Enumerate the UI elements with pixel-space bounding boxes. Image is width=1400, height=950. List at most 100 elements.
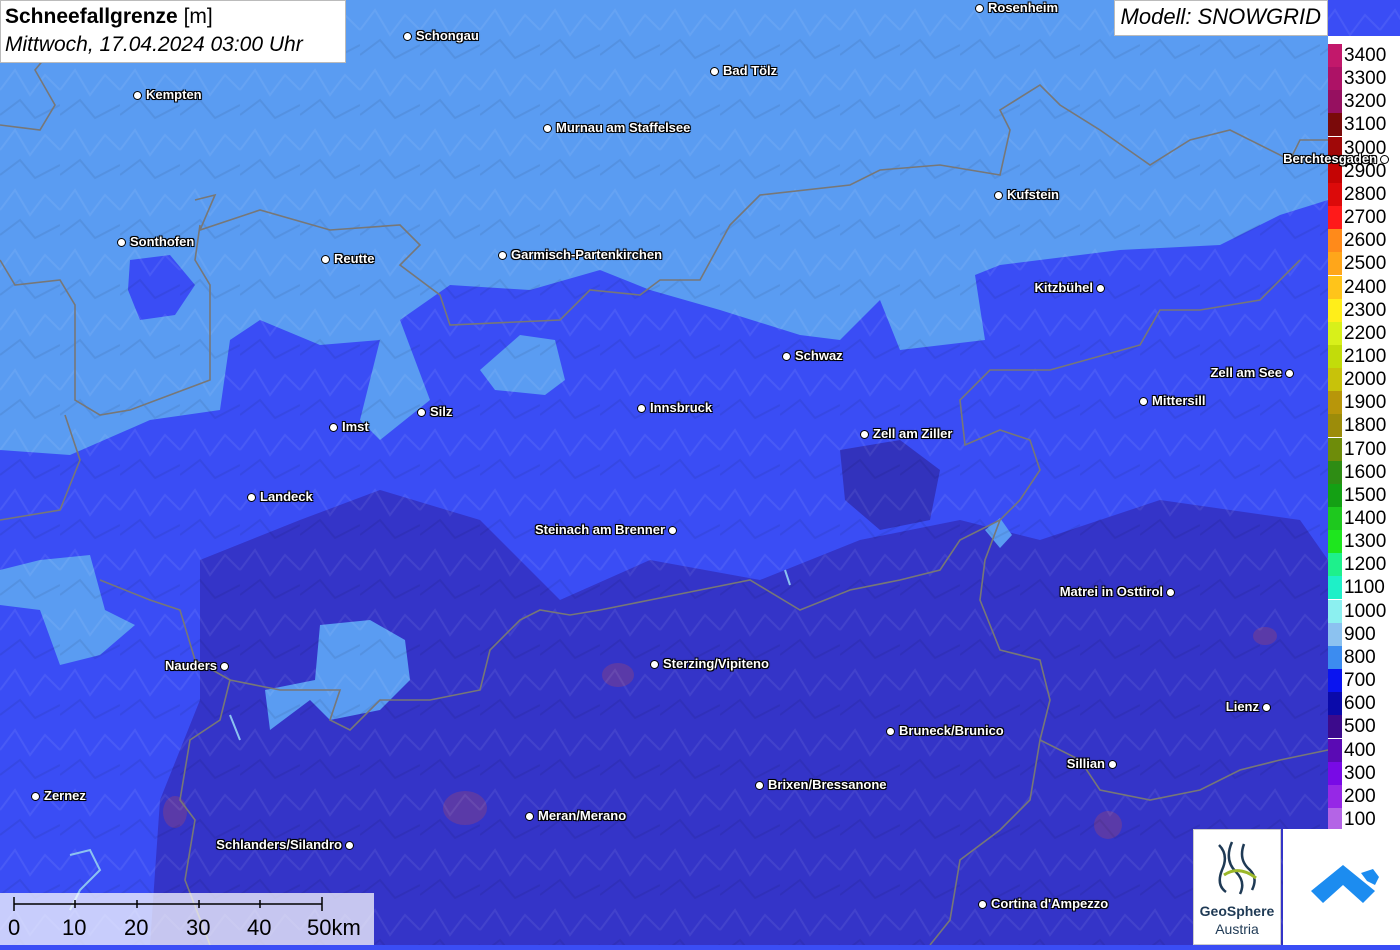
geosphere-logo[interactable]: GeoSphere Austria	[1193, 829, 1281, 945]
city-dot-icon	[329, 423, 338, 432]
legend-row: 2200	[1328, 321, 1400, 345]
city-label: Steinach am Brenner	[534, 522, 665, 537]
legend-label: 2700	[1344, 207, 1387, 229]
legend-swatch	[1328, 553, 1342, 577]
city-label: Landeck	[260, 489, 313, 504]
city-dot-icon	[543, 124, 552, 133]
legend-row: 1100	[1328, 576, 1400, 600]
legend-label: 3200	[1344, 91, 1387, 113]
legend-label: 900	[1344, 623, 1376, 645]
city-dot-icon	[417, 408, 426, 417]
legend-row: 3300	[1328, 67, 1400, 91]
legend-label: 400	[1344, 739, 1376, 761]
legend-swatch	[1328, 807, 1342, 831]
city-label: Mittersill	[1152, 393, 1206, 408]
legend-row: 1000	[1328, 599, 1400, 623]
snowline-map[interactable]	[0, 0, 1400, 945]
city-dot-icon	[133, 91, 142, 100]
legend-label: 1500	[1344, 484, 1387, 506]
legend-swatch	[1328, 368, 1342, 392]
legend-label: 1400	[1344, 508, 1387, 529]
legend-row: 3200	[1328, 90, 1400, 114]
city-label: Brixen/Bressanone	[768, 777, 887, 792]
city-label: Cortina d'Ampezzo	[991, 896, 1109, 911]
legend-swatch	[1328, 715, 1342, 739]
legend-label: 2400	[1344, 276, 1387, 298]
city-dot-icon	[1139, 397, 1148, 406]
legend-label: 300	[1344, 762, 1376, 784]
legend-label: 1200	[1344, 554, 1387, 576]
legend-swatch	[1328, 507, 1342, 530]
city-dot-icon	[1285, 369, 1294, 378]
geosphere-name: GeoSphere	[1199, 903, 1275, 919]
legend-label: 800	[1344, 646, 1376, 668]
legend-label: 1800	[1344, 415, 1387, 437]
map-title: Schneefallgrenze [m] Mittwoch, 17.04.202…	[0, 0, 346, 63]
legend-swatch	[1328, 344, 1342, 368]
legend-label: 3300	[1344, 68, 1387, 90]
legend-label: 1300	[1344, 531, 1387, 553]
legend-swatch	[1328, 599, 1342, 623]
city-dot-icon	[978, 900, 987, 909]
legend-row: 800	[1328, 645, 1400, 669]
legend-label: 200	[1344, 785, 1376, 807]
city-dot-icon	[1262, 703, 1271, 712]
city-label: Lienz	[1225, 699, 1259, 714]
legend-swatch	[1328, 67, 1342, 91]
city-dot-icon	[994, 191, 1003, 200]
legend-row: 1700	[1328, 437, 1400, 461]
scale-label-0: 0	[8, 915, 21, 940]
city-dot-icon	[345, 841, 354, 850]
legend-row: 1200	[1328, 553, 1400, 577]
legend-label: 700	[1344, 670, 1376, 692]
city-dot-icon	[1166, 588, 1175, 597]
legend-swatch	[1328, 530, 1342, 554]
city-label: Schongau	[416, 28, 479, 43]
city-label: Sillian	[1066, 756, 1105, 771]
legend-swatch	[1328, 460, 1342, 484]
city-dot-icon	[860, 430, 869, 439]
legend-swatch	[1328, 483, 1342, 507]
legend-swatch	[1328, 206, 1342, 230]
legend-row: 3100	[1328, 113, 1400, 137]
city-label: Berchtesgaden	[1283, 151, 1377, 166]
legend-row: 1400	[1328, 507, 1400, 530]
city-label: Zell am Ziller	[873, 426, 953, 441]
legend-swatch	[1328, 738, 1342, 762]
city-dot-icon	[782, 352, 791, 361]
legend-label: 1600	[1344, 461, 1387, 483]
legend-row: 1600	[1328, 460, 1400, 484]
legend-label: 1900	[1344, 392, 1387, 414]
city-dot-icon	[710, 67, 719, 76]
city-dot-icon	[1380, 155, 1389, 164]
city-dot-icon	[975, 4, 984, 13]
legend-row: 700	[1328, 669, 1400, 693]
city-label: Kufstein	[1007, 187, 1059, 202]
legend-row: 400	[1328, 738, 1400, 762]
legend-swatch	[1328, 113, 1342, 137]
city-label: Rosenheim	[988, 0, 1059, 15]
legend-row: 3400	[1328, 44, 1400, 67]
legend-swatch	[1328, 669, 1342, 693]
city-dot-icon	[220, 662, 229, 671]
legend-swatch	[1328, 692, 1342, 716]
snowgrid-logo[interactable]	[1283, 829, 1400, 945]
legend-row: 2700	[1328, 206, 1400, 230]
legend-row: 300	[1328, 761, 1400, 785]
legend-label: 2100	[1344, 345, 1387, 367]
city-dot-icon	[31, 792, 40, 801]
city-label: Silz	[430, 404, 453, 419]
city-dot-icon	[525, 812, 534, 821]
scale-label-10: 10	[62, 915, 87, 940]
snowgrid-emblem-icon	[1311, 865, 1379, 903]
legend-row: 600	[1328, 692, 1400, 716]
city-label: Murnau am Staffelsee	[556, 120, 691, 135]
legend-swatch	[1328, 645, 1342, 669]
legend-row: 1500	[1328, 483, 1400, 507]
city-dot-icon	[321, 255, 330, 264]
legend-row: 2500	[1328, 252, 1400, 276]
terrain-shading	[0, 0, 1400, 945]
legend-label: 2800	[1344, 183, 1387, 205]
city-dot-icon	[247, 493, 256, 502]
legend-swatch	[1328, 275, 1342, 299]
